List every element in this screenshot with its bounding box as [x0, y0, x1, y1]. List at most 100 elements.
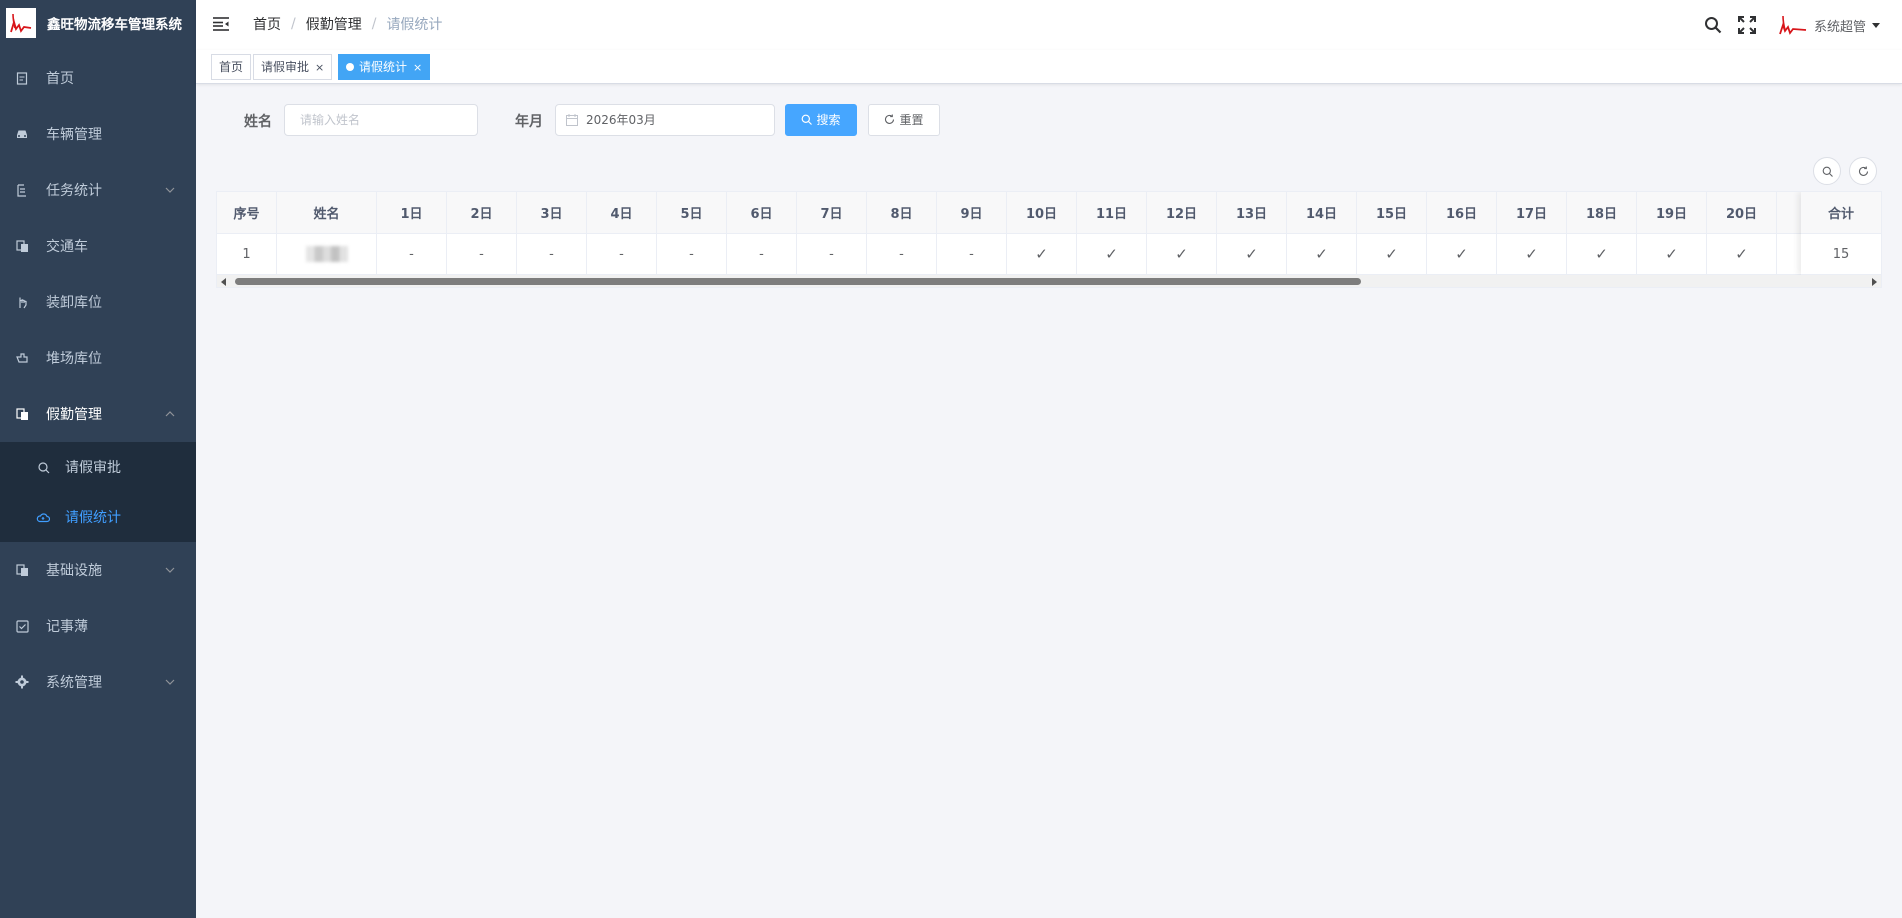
- day-cell: ✓: [1497, 234, 1567, 274]
- tag-home[interactable]: 首页: [211, 54, 252, 80]
- column-header: 11日: [1077, 192, 1147, 233]
- sidebar-item-loading-bays[interactable]: 装卸库位: [0, 274, 196, 330]
- sidebar-item-infrastructure[interactable]: 基础设施: [0, 542, 196, 598]
- hand-icon: [15, 295, 29, 309]
- tag-label: 请假审批: [261, 60, 310, 74]
- month-value: 2026年03月: [586, 113, 656, 127]
- search-button[interactable]: 搜索: [785, 104, 857, 136]
- documents-icon: [15, 407, 29, 421]
- day-cell: -: [377, 234, 447, 274]
- sidebar-item-system[interactable]: 系统管理: [0, 654, 196, 710]
- column-header: 7日: [797, 192, 867, 233]
- name-input[interactable]: 请输入姓名: [284, 104, 478, 136]
- refresh-icon: [1858, 166, 1868, 176]
- gear-icon: [15, 675, 29, 689]
- day-cell: -: [797, 234, 867, 274]
- close-icon[interactable]: ×: [413, 61, 422, 74]
- sidebar-item-label: 堆场库位: [46, 351, 102, 367]
- user-menu[interactable]: 系统超管: [1778, 13, 1880, 37]
- refresh-table-button[interactable]: [1849, 157, 1877, 185]
- sidebar-item-task-stats[interactable]: 任务统计: [0, 162, 196, 218]
- search-icon: [1822, 166, 1833, 177]
- refresh-search-icon: [36, 460, 50, 474]
- chevron-up-icon: [165, 411, 175, 417]
- day-cell: -: [657, 234, 727, 274]
- day-cell: ✓: [1707, 234, 1777, 274]
- day-cell: ✓: [1077, 234, 1147, 274]
- day-cell: ✓: [1287, 234, 1357, 274]
- sidebar: 鑫旺物流移车管理系统 首页 车辆管理 任务统计 交通车 装卸库位 堆场库位 假勤…: [0, 0, 196, 918]
- column-header: 5日: [657, 192, 727, 233]
- main-content: 姓名 请输入姓名 年月 2026年03月 搜索 重置 序号 姓名 1日 2日 3日 4日 5…: [196, 84, 1902, 918]
- tag-leave-stats[interactable]: 请假统计 ×: [338, 54, 431, 80]
- sidebar-subitem-leave-approval[interactable]: 请假审批: [0, 442, 196, 492]
- table-row: 1- - - - - - - - - ✓ ✓ ✓ ✓ ✓ ✓ ✓ ✓ ✓ ✓ ✓: [217, 234, 1881, 275]
- sidebar-subitem-leave-stats[interactable]: 请假统计: [0, 492, 196, 542]
- month-picker[interactable]: 2026年03月: [555, 104, 775, 136]
- day-cell: ✓: [1217, 234, 1287, 274]
- close-icon[interactable]: ×: [315, 61, 324, 74]
- breadcrumb-item[interactable]: 首页: [253, 14, 281, 34]
- scroll-left-icon[interactable]: [221, 278, 226, 286]
- search-icon[interactable]: [1702, 14, 1724, 36]
- month-label: 年月: [515, 114, 543, 130]
- documents-icon: [15, 239, 29, 253]
- day-cell: -: [727, 234, 797, 274]
- reset-button-label: 重置: [899, 113, 924, 127]
- search-form: 姓名 请输入姓名 年月 2026年03月 搜索 重置: [196, 103, 1196, 137]
- fixed-total-column: 合计 15: [1801, 192, 1881, 275]
- column-header: 姓名: [277, 192, 377, 233]
- column-header: 8日: [867, 192, 937, 233]
- scrollbar-thumb[interactable]: [235, 278, 1361, 285]
- column-header: 13日: [1217, 192, 1287, 233]
- column-header: 15日: [1357, 192, 1427, 233]
- sidebar-item-label: 装卸库位: [46, 295, 102, 311]
- day-cell: ✓: [1147, 234, 1217, 274]
- column-header: 序号: [217, 192, 277, 233]
- breadcrumb-item[interactable]: 假勤管理: [306, 14, 362, 34]
- refresh-icon: [885, 114, 895, 124]
- search-button-label: 搜索: [816, 113, 841, 127]
- name-label: 姓名: [244, 114, 272, 130]
- chevron-down-icon: [165, 187, 175, 193]
- leave-stats-table: 序号 姓名 1日 2日 3日 4日 5日 6日 7日 8日 9日 10日 11日 12日 13日 14日 15日…: [216, 191, 1882, 288]
- scroll-right-icon[interactable]: [1872, 278, 1877, 286]
- column-header: 17日: [1497, 192, 1567, 233]
- breadcrumb-item-current: 请假统计: [386, 17, 443, 33]
- column-header: 20日: [1707, 192, 1777, 233]
- sidebar-item-label: 假勤管理: [46, 407, 102, 423]
- sidebar-item-attendance[interactable]: 假勤管理: [0, 386, 196, 442]
- sidebar-subitem-label: 请假审批: [65, 460, 121, 476]
- sidebar-item-label: 基础设施: [46, 563, 102, 579]
- cloud-icon: [36, 510, 50, 524]
- day-cell: -: [937, 234, 1007, 274]
- sidebar-item-label: 首页: [46, 71, 74, 87]
- logo-bar: 鑫旺物流移车管理系统: [0, 0, 196, 45]
- calendar-icon: [566, 114, 578, 126]
- sidebar-item-label: 交通车: [46, 239, 88, 255]
- horizontal-scrollbar[interactable]: [217, 275, 1881, 287]
- sidebar-item-shuttle[interactable]: 交通车: [0, 218, 196, 274]
- tag-leave-approval[interactable]: 请假审批 ×: [253, 54, 333, 80]
- sidebar-item-yard-bays[interactable]: 堆场库位: [0, 330, 196, 386]
- breadcrumb: 首页 / 假勤管理 / 请假统计: [253, 14, 442, 34]
- sidebar-item-notebook[interactable]: 记事薄: [0, 598, 196, 654]
- sidebar-item-home[interactable]: 首页: [0, 50, 196, 106]
- reset-button[interactable]: 重置: [868, 104, 940, 136]
- day-cell: ✓: [1427, 234, 1497, 274]
- app-logo: [6, 7, 36, 38]
- toggle-search-button[interactable]: [1813, 157, 1841, 185]
- fullscreen-icon[interactable]: [1736, 14, 1758, 36]
- total-cell: 15: [1801, 234, 1881, 275]
- tag-label: 请假统计: [359, 60, 408, 74]
- hand-pointer-icon: [15, 351, 29, 365]
- column-header: 1日: [377, 192, 447, 233]
- hamburger-icon[interactable]: [212, 15, 230, 33]
- search-icon: [802, 114, 813, 125]
- avatar: [1779, 15, 1807, 35]
- chart-icon: [15, 183, 29, 197]
- day-cell: ✓: [1637, 234, 1707, 274]
- sidebar-item-vehicles[interactable]: 车辆管理: [0, 106, 196, 162]
- attendance-submenu: 请假审批 请假统计: [0, 442, 196, 542]
- tag-label: 首页: [219, 60, 244, 74]
